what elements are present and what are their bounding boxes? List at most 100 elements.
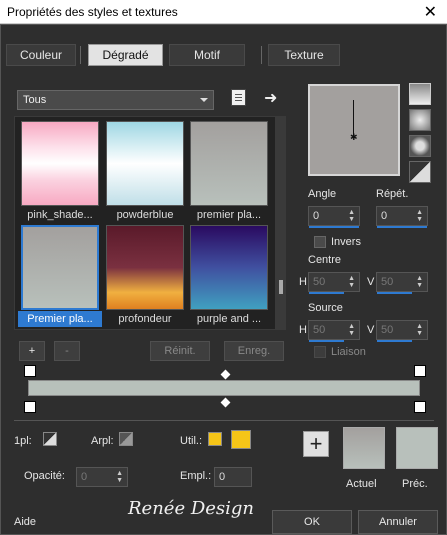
repeat-value: 0 bbox=[381, 210, 388, 222]
location-label: Empl.: bbox=[180, 470, 212, 482]
current-gradient-swatch[interactable] bbox=[343, 427, 385, 469]
opacity-spinner[interactable]: 0 ▲ ▼ bbox=[76, 467, 128, 487]
fg-stop-marker-bottom[interactable] bbox=[24, 401, 36, 413]
previous-gradient-swatch[interactable] bbox=[396, 427, 438, 469]
spinner-arrows-icon[interactable]: ▲ ▼ bbox=[416, 323, 423, 337]
window-title: Propriétés des styles et textures bbox=[7, 5, 178, 19]
add-button[interactable]: + bbox=[19, 341, 45, 361]
invert-checkbox[interactable] bbox=[314, 236, 326, 248]
arrow-right-icon[interactable]: ➜ bbox=[264, 88, 277, 108]
gradient-preview[interactable]: ✱ bbox=[308, 84, 400, 176]
center-v-value: 50 bbox=[381, 276, 394, 288]
spinner-arrows-icon[interactable]: ▲ ▼ bbox=[348, 275, 355, 289]
center-v-slider[interactable] bbox=[377, 292, 412, 294]
document-icon[interactable] bbox=[231, 89, 246, 106]
tab-motif[interactable]: Motif bbox=[169, 44, 245, 66]
gradient-swatch[interactable] bbox=[106, 121, 184, 206]
bg-stop-icon[interactable] bbox=[119, 432, 133, 446]
tab-separator bbox=[80, 46, 81, 64]
spinner-arrows-icon[interactable]: ▲ ▼ bbox=[348, 323, 355, 337]
ok-button[interactable]: OK bbox=[272, 510, 352, 534]
bg-stop-marker-top[interactable] bbox=[414, 365, 426, 377]
repeat-spinner[interactable]: 0 ▲ ▼ bbox=[376, 206, 428, 228]
angle-label: Angle bbox=[308, 188, 337, 200]
save-button[interactable]: Enreg. bbox=[224, 341, 284, 361]
source-label: Source bbox=[308, 302, 343, 314]
gradient-swatch[interactable] bbox=[106, 225, 184, 310]
tab-degrade[interactable]: Dégradé bbox=[88, 44, 163, 66]
current-label: Actuel bbox=[346, 478, 377, 490]
cancel-button[interactable]: Annuler bbox=[358, 510, 438, 534]
help-link[interactable]: Aide bbox=[14, 516, 36, 528]
gradient-label: Premier pla... bbox=[18, 311, 102, 327]
scrollbar-thumb[interactable] bbox=[279, 280, 283, 294]
source-v-slider[interactable] bbox=[377, 340, 412, 342]
angle-slider[interactable] bbox=[309, 226, 359, 228]
previous-label: Préc. bbox=[402, 478, 428, 490]
center-h-spinner[interactable]: 50 ▲ ▼ bbox=[308, 272, 360, 294]
chevron-down-icon bbox=[200, 98, 208, 102]
link-label: Liaison bbox=[331, 346, 366, 358]
library-select[interactable]: Tous bbox=[17, 90, 214, 110]
gradient-label: premier pla... bbox=[196, 209, 262, 221]
link-checkbox[interactable] bbox=[314, 346, 326, 358]
angle-value: 0 bbox=[313, 210, 320, 222]
reset-button[interactable]: Réinit. bbox=[150, 341, 210, 361]
center-h-label: H bbox=[299, 276, 307, 288]
gradient-bar[interactable] bbox=[28, 380, 420, 396]
gradient-swatch[interactable] bbox=[190, 121, 268, 206]
fg-stop-label: Arpl: bbox=[91, 435, 114, 447]
source-v-label: V bbox=[367, 324, 375, 336]
gradient-label: profondeur bbox=[118, 313, 172, 325]
gradient-label: purple and ... bbox=[196, 313, 262, 325]
source-h-value: 50 bbox=[313, 324, 326, 336]
linear-style-icon[interactable] bbox=[409, 83, 431, 105]
spinner-arrows-icon[interactable]: ▲ ▼ bbox=[416, 275, 423, 289]
invert-label: Invers bbox=[331, 236, 361, 248]
user-color-icon[interactable] bbox=[208, 432, 222, 446]
remove-button[interactable]: - bbox=[54, 341, 80, 361]
sunburst-style-icon[interactable] bbox=[409, 161, 431, 183]
watermark-logo: Renée Design bbox=[128, 498, 255, 519]
add-swatch-button[interactable]: + bbox=[303, 431, 329, 457]
gradient-swatch[interactable] bbox=[21, 121, 99, 206]
source-v-value: 50 bbox=[381, 324, 394, 336]
source-h-slider[interactable] bbox=[309, 340, 344, 342]
center-v-spinner[interactable]: 50 ▲ ▼ bbox=[376, 272, 428, 294]
center-label: Centre bbox=[308, 254, 342, 266]
location-value: 0 bbox=[219, 471, 226, 483]
center-icon: ✱ bbox=[350, 132, 358, 142]
bg-stop-marker-bottom[interactable] bbox=[414, 401, 426, 413]
center-v-label: V bbox=[367, 276, 375, 288]
title-bar: Propriétés des styles et textures ✕ bbox=[0, 0, 447, 24]
gradient-label: powderblue bbox=[116, 209, 174, 221]
spinner-arrows-icon[interactable]: ▲ ▼ bbox=[416, 209, 423, 223]
fg-stop-icon[interactable] bbox=[43, 432, 57, 446]
tab-texture[interactable]: Texture bbox=[268, 44, 340, 66]
user-color-swatch[interactable] bbox=[231, 430, 251, 449]
angle-spinner[interactable]: 0 ▲ ▼ bbox=[308, 206, 360, 228]
opacity-value: 0 bbox=[81, 471, 88, 483]
gradient-scrollbar[interactable] bbox=[276, 116, 286, 330]
tab-couleur[interactable]: Couleur bbox=[6, 44, 76, 66]
gradient-swatch-selected[interactable] bbox=[21, 225, 99, 310]
repeat-label: Répét. bbox=[376, 188, 409, 200]
tab-separator bbox=[261, 46, 262, 64]
source-h-label: H bbox=[299, 324, 307, 336]
source-h-spinner[interactable]: 50 ▲ ▼ bbox=[308, 320, 360, 342]
center-h-value: 50 bbox=[313, 276, 326, 288]
spinner-arrows-icon[interactable]: ▲ ▼ bbox=[116, 470, 123, 484]
spinner-arrows-icon[interactable]: ▲ ▼ bbox=[348, 209, 355, 223]
fg-stop-marker-top[interactable] bbox=[24, 365, 36, 377]
location-field[interactable]: 0 bbox=[214, 467, 252, 487]
library-select-value: Tous bbox=[23, 94, 47, 106]
gradient-swatch[interactable] bbox=[190, 225, 268, 310]
radial-style-icon[interactable] bbox=[409, 135, 431, 157]
user-color-label: Util.: bbox=[180, 435, 202, 447]
tab-bar: Couleur Dégradé Motif Texture bbox=[6, 44, 438, 68]
close-icon[interactable]: ✕ bbox=[424, 2, 437, 22]
repeat-slider[interactable] bbox=[377, 226, 427, 228]
source-v-spinner[interactable]: 50 ▲ ▼ bbox=[376, 320, 428, 342]
center-h-slider[interactable] bbox=[309, 292, 344, 294]
rectangular-style-icon[interactable] bbox=[409, 109, 431, 131]
